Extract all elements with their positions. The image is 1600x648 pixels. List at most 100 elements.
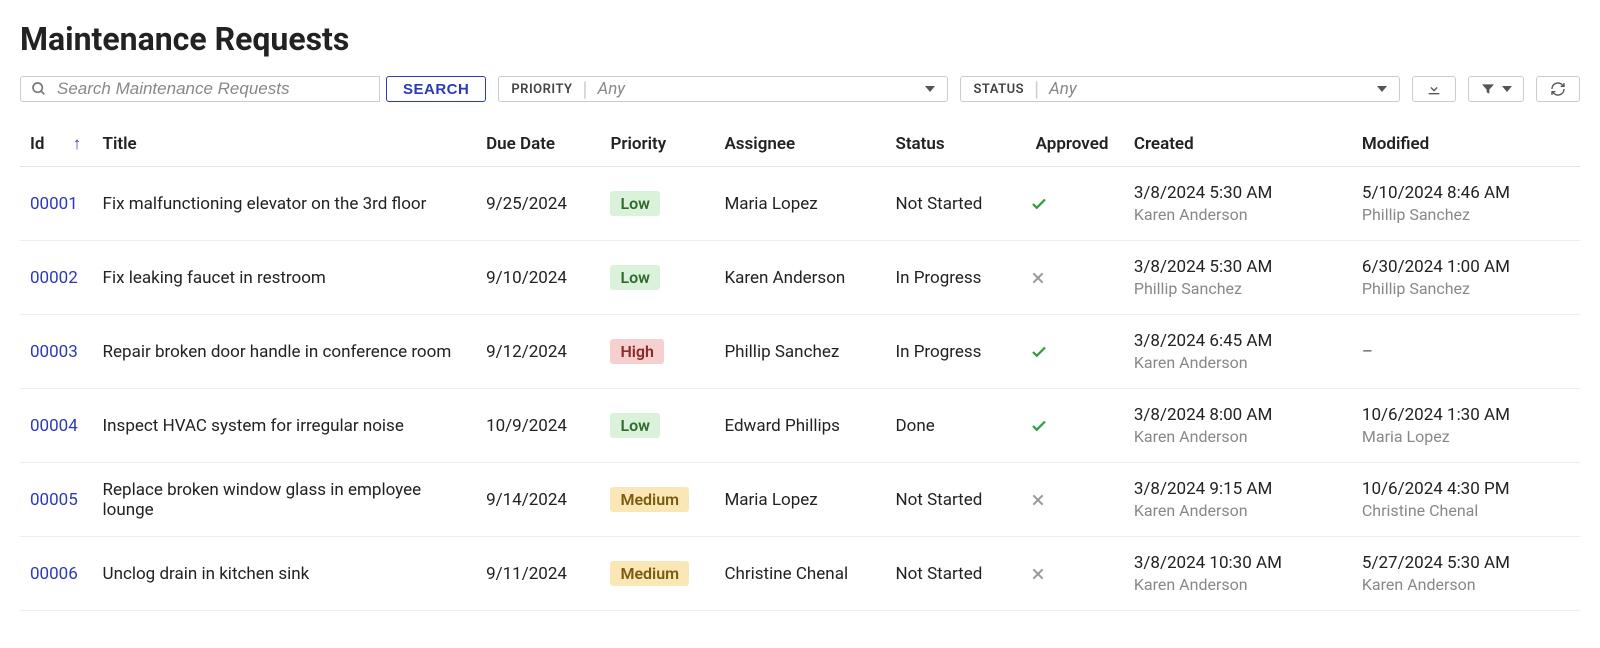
- modified-by: Phillip Sanchez: [1362, 279, 1570, 298]
- col-header-due[interactable]: Due Date: [476, 122, 600, 167]
- request-id-link[interactable]: 00005: [30, 490, 78, 510]
- assignee: Edward Phillips: [714, 389, 885, 463]
- col-header-title[interactable]: Title: [93, 122, 477, 167]
- search-box[interactable]: [20, 76, 380, 102]
- approved-cell: [1020, 389, 1124, 463]
- status-filter-value: Any: [1049, 79, 1377, 99]
- col-header-status[interactable]: Status: [885, 122, 1020, 167]
- due-date: 9/12/2024: [476, 315, 600, 389]
- created-timestamp: 3/8/2024 8:00 AM: [1134, 405, 1342, 425]
- cross-icon: [1030, 492, 1114, 508]
- table-row[interactable]: 00006 Unclog drain in kitchen sink9/11/20…: [20, 537, 1580, 611]
- assignee: Maria Lopez: [714, 463, 885, 537]
- modified-timestamp: 10/6/2024 1:30 AM: [1362, 405, 1570, 425]
- status: Not Started: [885, 537, 1020, 611]
- assignee: Maria Lopez: [714, 167, 885, 241]
- modified-timestamp: 6/30/2024 1:00 AM: [1362, 257, 1570, 277]
- table-row[interactable]: 00003 Repair broken door handle in confer…: [20, 315, 1580, 389]
- priority-badge: High: [610, 339, 664, 364]
- request-id-link[interactable]: 00004: [30, 416, 78, 436]
- check-icon: [1030, 343, 1114, 361]
- page-title: Maintenance Requests: [20, 20, 1580, 58]
- table-header-row: Id ↑ Title Due Date Priority Assignee St…: [20, 122, 1580, 167]
- col-header-priority[interactable]: Priority: [600, 122, 714, 167]
- priority-badge: Medium: [610, 487, 689, 512]
- status: Not Started: [885, 167, 1020, 241]
- col-header-id-label: Id: [30, 134, 44, 154]
- request-title: Fix malfunctioning elevator on the 3rd f…: [93, 167, 477, 241]
- col-header-assignee[interactable]: Assignee: [714, 122, 885, 167]
- request-title: Replace broken window glass in employee …: [93, 463, 477, 537]
- cross-icon: [1030, 270, 1114, 286]
- modified-by: Karen Anderson: [1362, 575, 1570, 594]
- created-timestamp: 3/8/2024 9:15 AM: [1134, 479, 1342, 499]
- search-input[interactable]: [55, 78, 369, 100]
- modified-by: Maria Lopez: [1362, 427, 1570, 446]
- due-date: 10/9/2024: [476, 389, 600, 463]
- request-id-link[interactable]: 00001: [30, 194, 78, 214]
- due-date: 9/14/2024: [476, 463, 600, 537]
- modified-timestamp: 10/6/2024 4:30 PM: [1362, 479, 1570, 499]
- search-group: SEARCH: [20, 76, 486, 102]
- download-button[interactable]: [1412, 76, 1456, 102]
- col-header-modified[interactable]: Modified: [1352, 122, 1580, 167]
- col-header-approved[interactable]: Approved: [1020, 122, 1124, 167]
- created-by: Karen Anderson: [1134, 205, 1342, 224]
- col-header-created[interactable]: Created: [1124, 122, 1352, 167]
- chevron-down-icon: [1377, 86, 1387, 92]
- created-by: Karen Anderson: [1134, 427, 1342, 446]
- table-row[interactable]: 00002Fix leaking faucet in restroom9/10/…: [20, 241, 1580, 315]
- approved-cell: [1020, 463, 1124, 537]
- request-title: Inspect HVAC system for irregular noise: [93, 389, 477, 463]
- toolbar: SEARCH PRIORITY | Any STATUS | Any: [20, 76, 1580, 102]
- due-date: 9/11/2024: [476, 537, 600, 611]
- table-row[interactable]: 00005 Replace broken window glass in empl…: [20, 463, 1580, 537]
- sort-asc-icon: ↑: [73, 134, 82, 154]
- priority-badge: Medium: [610, 561, 689, 586]
- status: Not Started: [885, 463, 1020, 537]
- request-title: Fix leaking faucet in restroom: [93, 241, 477, 315]
- modified-empty: –: [1362, 342, 1373, 362]
- created-by: Karen Anderson: [1134, 353, 1342, 372]
- col-header-id[interactable]: Id ↑: [20, 122, 93, 167]
- request-id-link[interactable]: 00006: [30, 564, 78, 584]
- refresh-button[interactable]: [1536, 76, 1580, 102]
- filter-separator: |: [1034, 77, 1039, 101]
- chevron-down-icon: [1502, 86, 1512, 92]
- approved-cell: [1020, 315, 1124, 389]
- modified-timestamp: 5/27/2024 5:30 AM: [1362, 553, 1570, 573]
- filter-menu-button[interactable]: [1468, 76, 1524, 102]
- search-button[interactable]: SEARCH: [386, 76, 486, 102]
- modified-by: Christine Chenal: [1362, 501, 1570, 520]
- chevron-down-icon: [925, 86, 935, 92]
- filter-separator: |: [583, 77, 588, 101]
- modified-by: Phillip Sanchez: [1362, 205, 1570, 224]
- priority-badge: Low: [610, 265, 660, 290]
- request-title: Unclog drain in kitchen sink: [93, 537, 477, 611]
- status: In Progress: [885, 315, 1020, 389]
- request-id-link[interactable]: 00003: [30, 342, 78, 362]
- created-by: Karen Anderson: [1134, 575, 1342, 594]
- status-filter[interactable]: STATUS | Any: [960, 76, 1400, 102]
- status: Done: [885, 389, 1020, 463]
- assignee: Phillip Sanchez: [714, 315, 885, 389]
- status-filter-label: STATUS: [973, 82, 1024, 97]
- request-id-link[interactable]: 00002: [30, 268, 78, 288]
- created-by: Karen Anderson: [1134, 501, 1342, 520]
- due-date: 9/25/2024: [476, 167, 600, 241]
- check-icon: [1030, 195, 1114, 213]
- priority-filter[interactable]: PRIORITY | Any: [498, 76, 948, 102]
- created-timestamp: 3/8/2024 6:45 AM: [1134, 331, 1342, 351]
- priority-filter-value: Any: [597, 79, 925, 99]
- priority-badge: Low: [610, 191, 660, 216]
- priority-badge: Low: [610, 413, 660, 438]
- created-by: Phillip Sanchez: [1134, 279, 1342, 298]
- assignee: Karen Anderson: [714, 241, 885, 315]
- table-row[interactable]: 00001 Fix malfunctioning elevator on the …: [20, 167, 1580, 241]
- request-title: Repair broken door handle in conference …: [93, 315, 477, 389]
- priority-filter-label: PRIORITY: [511, 82, 572, 97]
- table-row[interactable]: 00004 Inspect HVAC system for irregular n…: [20, 389, 1580, 463]
- requests-table: Id ↑ Title Due Date Priority Assignee St…: [20, 122, 1580, 611]
- refresh-icon: [1550, 81, 1566, 97]
- created-timestamp: 3/8/2024 10:30 AM: [1134, 553, 1342, 573]
